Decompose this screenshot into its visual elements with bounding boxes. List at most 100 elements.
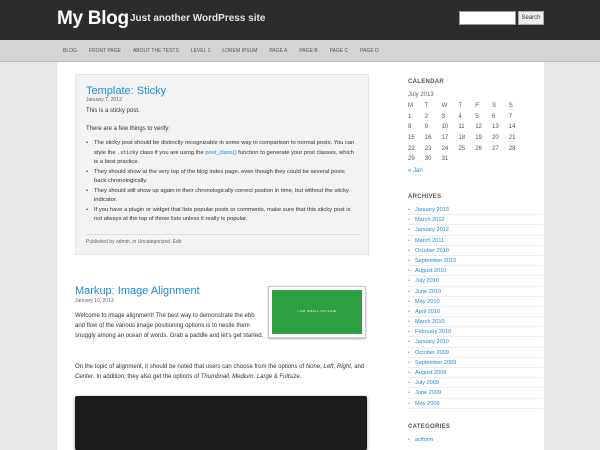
calendar-day: 30 xyxy=(424,156,432,163)
nav-item-level-1[interactable]: LEVEL 1 xyxy=(185,40,217,62)
archive-link[interactable]: January 2010 xyxy=(408,337,543,348)
list-item: The sticky post should be distinctly rec… xyxy=(86,139,358,168)
calendar-day: 12 xyxy=(475,124,482,131)
post-class-link[interactable]: post_class() xyxy=(205,150,236,156)
post-date[interactable]: January 10, 2013 xyxy=(75,298,114,304)
calendar-day: 20 xyxy=(491,135,499,142)
calendar-day: 21 xyxy=(508,135,516,142)
list-item: They should still show up again in their… xyxy=(86,187,358,206)
calendar-day: 13 xyxy=(491,124,499,131)
nav-item-about-the-tests[interactable]: ABOUT THE TESTS xyxy=(127,40,185,62)
calendar-day: 8 xyxy=(408,124,412,131)
calendar-day: 5 xyxy=(475,113,479,120)
nav-item-page-a[interactable]: PAGE A xyxy=(263,40,293,62)
archives-widget-title: ARCHIVES xyxy=(408,194,442,200)
nav-item-page-d[interactable]: PAGE D xyxy=(354,40,385,62)
calendar-caption: July 2013 xyxy=(408,92,434,98)
calendar-day-header: M xyxy=(408,103,413,110)
search-button[interactable]: Search xyxy=(518,11,544,25)
calendar-day: 27 xyxy=(491,145,499,152)
calendar-day: 7 xyxy=(508,113,513,120)
sticky-post: Template: Sticky January 7, 2012 This is… xyxy=(75,74,369,255)
archive-link[interactable]: June 2010 xyxy=(408,287,543,297)
calendar-day: 22 xyxy=(408,145,415,152)
calendar-day-header: F xyxy=(475,103,479,110)
calendar-day: 10 xyxy=(441,124,449,131)
archive-link[interactable]: October 2009 xyxy=(408,348,543,358)
archive-link[interactable]: September 2010 xyxy=(408,256,543,266)
calendar-day xyxy=(458,154,475,165)
calendar-day: 3 xyxy=(441,113,445,120)
nav-item-page-c[interactable]: PAGE C xyxy=(324,40,355,62)
archive-link[interactable]: August 2009 xyxy=(408,368,543,378)
calendar-day: 23 xyxy=(424,145,432,152)
site-description: Just another WordPress site xyxy=(130,13,266,24)
calendar-widget-title: CALENDAR xyxy=(408,79,445,85)
calendar-day: 17 xyxy=(441,135,449,142)
nav-item-blog[interactable]: BLOG xyxy=(57,40,83,62)
calendar-day: 11 xyxy=(458,124,465,131)
calendar-day: 26 xyxy=(475,145,482,152)
post-title[interactable]: Template: Sticky xyxy=(86,85,166,97)
calendar-day: 1 xyxy=(408,113,412,120)
calendar-day: 6 xyxy=(491,113,496,120)
calendar-day: 2 xyxy=(424,113,429,120)
archive-link[interactable]: June 2009 xyxy=(408,388,543,399)
archive-link[interactable]: May 2009 xyxy=(408,399,543,409)
calendar-day: 9 xyxy=(424,124,429,131)
list-item: If you have a plugin or widget that list… xyxy=(86,206,358,225)
nav-item-front-page[interactable]: FRONT PAGE xyxy=(83,40,127,62)
list-item: They should show at the very top of the … xyxy=(86,168,358,187)
archive-link[interactable]: May 2010 xyxy=(408,297,543,307)
post-paragraph: Welcome to image alignment! The best way… xyxy=(75,313,264,340)
calendar-day: 29 xyxy=(408,156,415,163)
calendar-day: 31 xyxy=(441,156,449,163)
calendar-day xyxy=(492,154,509,165)
calendar-day-header: S xyxy=(491,103,496,110)
aligned-image[interactable]: I AM SMALL ON SIDE xyxy=(268,286,366,338)
nav-item-page-b[interactable]: PAGE B xyxy=(293,40,323,62)
calendar-day-header: S xyxy=(508,103,513,110)
post-meta: Published by admin, in Uncategorized. Ed… xyxy=(86,239,182,245)
post-date[interactable]: January 7, 2012 xyxy=(86,97,122,103)
calendar-day xyxy=(509,154,526,165)
archive-link[interactable]: January 2013 xyxy=(408,205,543,215)
calendar-day xyxy=(475,154,492,165)
site-header: My Blog Just another WordPress site Sear… xyxy=(0,0,600,40)
post-paragraph: There are a few things to verify: xyxy=(86,126,171,132)
calendar-prev-link[interactable]: « Jan xyxy=(408,168,423,174)
archive-link[interactable]: March 2010 xyxy=(408,317,543,327)
calendar-day: 16 xyxy=(424,135,432,142)
archive-link[interactable]: August 2010 xyxy=(408,266,543,277)
calendar-day: 24 xyxy=(441,145,449,152)
calendar-day: 14 xyxy=(508,124,516,131)
category-link[interactable]: aciform xyxy=(408,435,543,445)
archive-link[interactable]: March 2011 xyxy=(408,236,543,246)
calendar-day: 28 xyxy=(508,145,516,152)
archive-link[interactable]: February 2010 xyxy=(408,327,543,338)
inline-code: .sticky xyxy=(117,149,139,156)
main-navigation: BLOG FRONT PAGE ABOUT THE TESTS LEVEL 1 … xyxy=(0,40,600,62)
large-image[interactable] xyxy=(75,396,367,450)
archive-link[interactable]: October 2010 xyxy=(408,246,543,256)
archive-link[interactable]: April 2010 xyxy=(408,307,543,317)
divider xyxy=(86,234,360,235)
calendar-day-header: T xyxy=(458,103,463,110)
calendar-day-header: W xyxy=(441,103,448,110)
calendar-day: 18 xyxy=(458,135,466,142)
archive-link[interactable]: July 2009 xyxy=(408,378,543,389)
archive-link[interactable]: March 2012 xyxy=(408,215,543,226)
archive-link[interactable]: September 2009 xyxy=(408,358,543,368)
nav-item-lorem-ipsum[interactable]: LOREM IPSUM xyxy=(216,40,263,62)
post-title[interactable]: Markup: Image Alignment xyxy=(75,285,200,297)
search-input[interactable] xyxy=(459,11,516,25)
image-caption-text: I AM SMALL ON SIDE xyxy=(297,309,337,313)
calendar-day-header: T xyxy=(424,103,429,110)
calendar-day: 19 xyxy=(475,135,482,142)
archive-link[interactable]: July 2010 xyxy=(408,276,543,287)
archive-link[interactable]: January 2012 xyxy=(408,225,543,236)
site-title[interactable]: My Blog xyxy=(57,8,129,30)
calendar-day: 25 xyxy=(458,145,466,152)
green-image: I AM SMALL ON SIDE xyxy=(272,290,362,334)
categories-list: aciform xyxy=(408,435,543,445)
